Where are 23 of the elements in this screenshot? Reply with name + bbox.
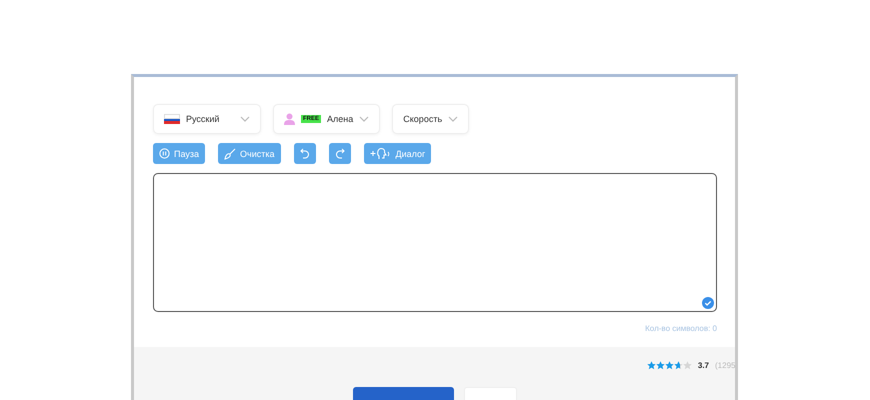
redo-button[interactable] bbox=[328, 143, 350, 164]
star-icon bbox=[664, 361, 674, 370]
star-icon bbox=[656, 361, 665, 370]
rating-value: 3.7 bbox=[698, 361, 709, 370]
add-speaker-icon bbox=[370, 147, 392, 160]
star-icon bbox=[646, 361, 656, 370]
chevron-icon bbox=[359, 116, 370, 122]
chevron-icon bbox=[448, 116, 458, 122]
rating-count: (1295 bbox=[715, 361, 735, 370]
pause-icon bbox=[159, 148, 170, 159]
dropdown[interactable]: Скорость bbox=[392, 104, 470, 134]
broom-icon bbox=[224, 148, 236, 160]
star-icon bbox=[674, 361, 683, 370]
text-area[interactable] bbox=[153, 173, 717, 312]
flag-icon bbox=[164, 114, 180, 124]
star-icon bbox=[682, 361, 692, 370]
person-icon bbox=[284, 113, 295, 125]
undo-icon bbox=[300, 148, 310, 159]
redo-icon bbox=[334, 148, 344, 159]
chevron-icon bbox=[240, 116, 250, 122]
char-count: Кол-во символов: 0 bbox=[645, 324, 717, 333]
undo-button[interactable] bbox=[294, 143, 316, 164]
dropdown[interactable]: Русский bbox=[153, 104, 261, 134]
